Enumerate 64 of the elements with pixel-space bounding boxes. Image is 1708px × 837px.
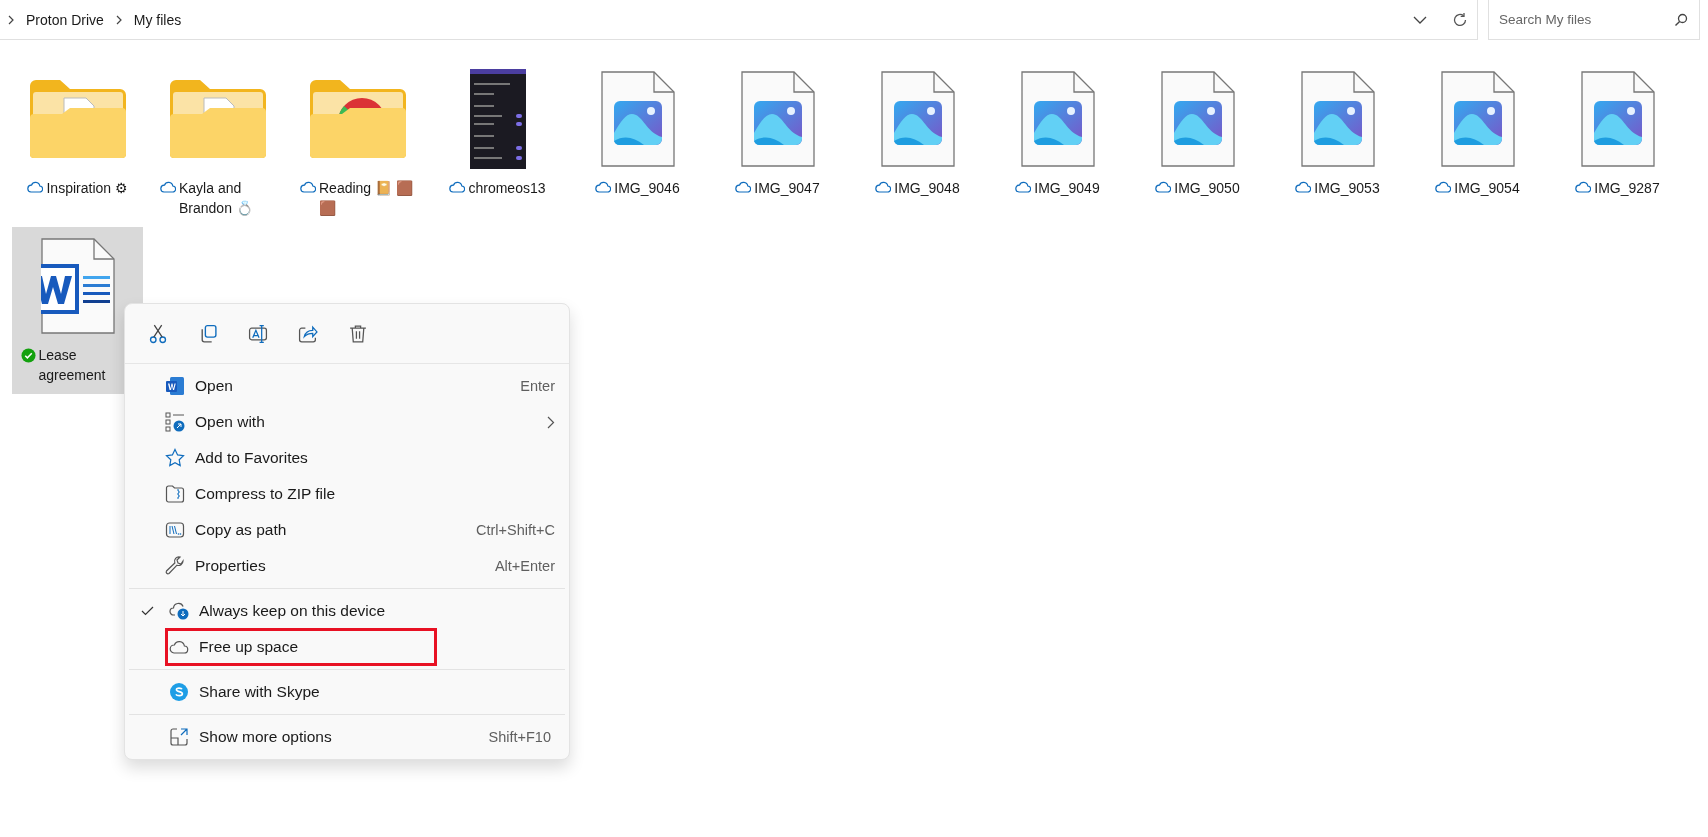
search-field[interactable]: Search My files xyxy=(1488,0,1700,40)
menu-item[interactable]: Compress to ZIP file xyxy=(125,476,569,512)
file-name: chromeos13 xyxy=(468,179,546,198)
file-name: IMG_9050 xyxy=(1174,179,1240,198)
image-file-icon xyxy=(1440,71,1515,167)
menu-item[interactable]: Free up space xyxy=(129,629,565,665)
file-name: Inspiration ⚙ xyxy=(46,179,128,198)
file-item[interactable]: IMG_9054 xyxy=(1412,60,1543,227)
file-item[interactable]: chromeos13 xyxy=(432,60,563,227)
breadcrumb[interactable]: Proton Drive xyxy=(24,9,106,30)
zip-folder-icon xyxy=(165,484,185,504)
shortcut-text: Shift+F10 xyxy=(488,729,551,745)
file-item[interactable]: Reading 📔 🟫 🟫 xyxy=(292,60,423,227)
open-with-icon xyxy=(165,412,185,432)
file-item[interactable]: Kayla and Brandon 💍 xyxy=(152,60,283,227)
file-item[interactable]: IMG_9050 xyxy=(1132,60,1263,227)
file-item[interactable]: Lease agreement xyxy=(12,227,143,394)
word-document-icon xyxy=(40,238,115,334)
cloud-download-icon xyxy=(169,601,189,621)
word-icon xyxy=(165,376,185,396)
image-file-icon xyxy=(600,71,675,167)
image-file-icon xyxy=(740,71,815,167)
file-name: Reading 📔 🟫 🟫 xyxy=(319,179,414,218)
file-name: IMG_9053 xyxy=(1314,179,1380,198)
image-file-icon xyxy=(1160,71,1235,167)
folder-icon xyxy=(27,78,128,160)
shortcut-text: Enter xyxy=(520,378,555,394)
menu-item[interactable]: Add to Favorites xyxy=(125,440,569,476)
file-name: IMG_9046 xyxy=(614,179,680,198)
file-item[interactable]: IMG_9048 xyxy=(852,60,983,227)
file-item[interactable]: Inspiration ⚙ xyxy=(12,60,143,227)
wrench-icon xyxy=(165,556,185,576)
file-item[interactable]: IMG_9287 xyxy=(1552,60,1683,227)
file-name: Lease agreement xyxy=(38,346,107,385)
expand-window-icon xyxy=(169,727,189,747)
image-file-icon xyxy=(1580,71,1655,167)
image-file-icon xyxy=(880,71,955,167)
folder-icon xyxy=(307,78,408,160)
menu-item[interactable]: Properties Alt+Enter xyxy=(125,548,569,584)
file-item[interactable]: IMG_9047 xyxy=(712,60,843,227)
file-name: IMG_9047 xyxy=(754,179,820,198)
skype-icon xyxy=(169,682,189,702)
file-name: Kayla and Brandon 💍 xyxy=(179,179,254,218)
menu-item[interactable]: Show more options Shift+F10 xyxy=(129,719,565,755)
folder-icon xyxy=(167,78,268,160)
file-item[interactable]: IMG_9046 xyxy=(572,60,703,227)
file-item[interactable]: IMG_9053 xyxy=(1272,60,1403,227)
file-item[interactable]: IMG_9049 xyxy=(992,60,1123,227)
star-icon xyxy=(165,448,185,468)
shortcut-text: Ctrl+Shift+C xyxy=(476,522,555,538)
menu-item[interactable]: Open with xyxy=(125,404,569,440)
menu-item[interactable]: Copy as path Ctrl+Shift+C xyxy=(125,512,569,548)
menu-item[interactable]: Always keep on this device xyxy=(129,593,565,629)
file-name: IMG_9049 xyxy=(1034,179,1100,198)
breadcrumb[interactable]: My files xyxy=(131,9,184,30)
search-icon xyxy=(1674,13,1688,27)
path-icon xyxy=(165,520,185,540)
shortcut-text: Alt+Enter xyxy=(494,558,555,574)
menu-item[interactable]: Share with Skype xyxy=(129,674,565,710)
image-file-icon xyxy=(1300,71,1375,167)
file-name: IMG_9287 xyxy=(1594,179,1660,198)
file-name: IMG_9048 xyxy=(894,179,960,198)
file-name: IMG_9054 xyxy=(1454,179,1520,198)
image-file-icon xyxy=(1020,71,1095,167)
